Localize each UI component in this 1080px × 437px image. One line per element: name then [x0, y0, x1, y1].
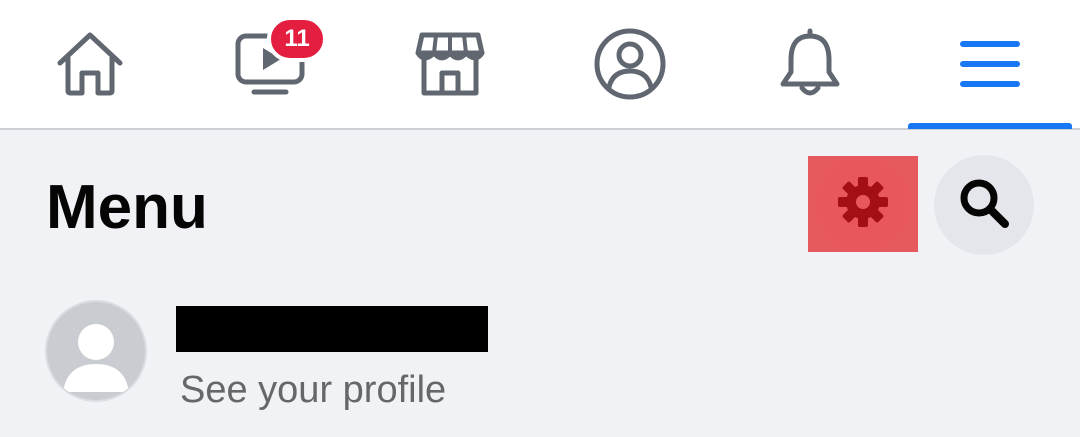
- notification-badge: 11: [267, 16, 327, 62]
- home-icon: [54, 29, 126, 99]
- search-button[interactable]: [934, 155, 1034, 255]
- menu-panel: Menu See your profile: [0, 130, 1080, 437]
- bell-icon: [777, 28, 843, 100]
- user-circle-icon: [593, 27, 667, 101]
- active-tab-indicator: [908, 123, 1072, 129]
- search-icon: [956, 175, 1012, 236]
- avatar: [45, 300, 147, 402]
- nav-tab-marketplace[interactable]: [390, 0, 510, 128]
- storefront-icon: [414, 31, 486, 97]
- nav-tab-home[interactable]: [30, 0, 150, 128]
- see-your-profile-link: See your profile: [180, 369, 447, 411]
- nav-tab-notifications[interactable]: [750, 0, 870, 128]
- hamburger-menu-icon: [959, 38, 1021, 90]
- profile-name-redacted: [176, 306, 488, 352]
- nav-tab-menu[interactable]: [910, 0, 1070, 128]
- default-avatar-icon: [47, 324, 145, 400]
- nav-tab-profile[interactable]: [570, 0, 690, 128]
- settings-button[interactable]: [815, 156, 911, 252]
- profile-shortcut[interactable]: See your profile: [0, 295, 1080, 415]
- page-title: Menu: [46, 173, 208, 242]
- top-navigation-bar: 11: [0, 0, 1080, 130]
- gear-icon: [836, 175, 890, 234]
- settings-highlight: [808, 156, 918, 252]
